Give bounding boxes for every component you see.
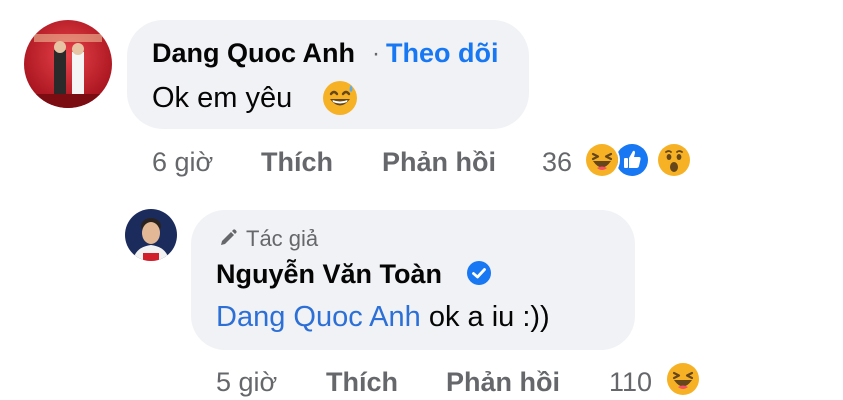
pencil-icon (218, 228, 238, 248)
commenter-avatar[interactable] (24, 20, 112, 108)
reply-message: ok a iu :)) (420, 301, 550, 333)
comment-reaction-count[interactable]: 36 (542, 147, 572, 178)
grinning-sweat-emoji-icon (322, 80, 358, 116)
verified-badge-icon (466, 260, 492, 286)
commenter-name[interactable]: Dang Quoc Anh (152, 38, 355, 69)
mention-link[interactable]: Dang Quoc Anh (216, 301, 421, 333)
haha-reaction-icon[interactable] (584, 142, 620, 178)
comment-text: Ok em yêu (152, 82, 293, 114)
reply-reaction-count[interactable]: 110 (609, 367, 652, 398)
reply-haha-reaction-icon[interactable] (665, 361, 701, 397)
comment-timestamp[interactable]: 6 giờ (152, 147, 213, 178)
reply-text: Dang Quoc Anh ok a iu :)) (216, 301, 550, 334)
comment-reply-button[interactable]: Phản hồi (382, 147, 496, 178)
reply-reply-button[interactable]: Phản hồi (446, 367, 560, 398)
author-tag: Tác giả (246, 226, 319, 251)
comment-like-button[interactable]: Thích (261, 147, 333, 178)
wow-reaction-icon[interactable] (656, 142, 692, 178)
author-avatar[interactable] (125, 209, 177, 261)
reply-like-button[interactable]: Thích (326, 367, 398, 398)
author-name[interactable]: Nguyễn Văn Toàn (216, 259, 442, 290)
separator-dot: · (372, 40, 380, 67)
follow-link[interactable]: Theo dõi (386, 38, 498, 69)
reply-timestamp[interactable]: 5 giờ (216, 367, 277, 398)
